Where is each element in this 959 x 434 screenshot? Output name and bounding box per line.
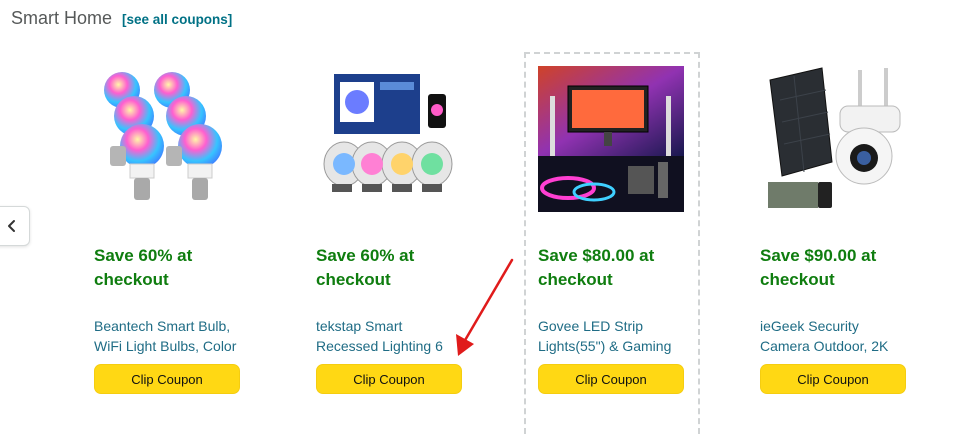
clip-coupon-button[interactable]: Clip Coupon <box>94 364 240 394</box>
deal-text: Save 60% at checkout <box>94 246 193 289</box>
product-title-link[interactable]: Govee LED Strip Lights(55") & Gaming <box>538 316 688 356</box>
coupon-card-highlighted: Save $80.00 at checkout Govee LED Strip … <box>524 52 700 434</box>
see-all-coupons-link[interactable]: [see all coupons] <box>122 12 232 27</box>
clip-coupon-button[interactable]: Clip Coupon <box>316 364 462 394</box>
coupon-card: Save $90.00 at checkout ieGeek Security … <box>748 54 906 434</box>
security-camera-image[interactable] <box>760 66 906 212</box>
section-title: Smart Home <box>11 8 113 28</box>
clip-coupon-button[interactable]: Clip Coupon <box>538 364 684 394</box>
deal-text: Save $80.00 at checkout <box>538 246 655 289</box>
product-title-link[interactable]: ieGeek Security Camera Outdoor, 2K <box>760 316 910 356</box>
product-title-link[interactable]: Beantech Smart Bulb, WiFi Light Bulbs, C… <box>94 316 244 356</box>
product-title-link[interactable]: tekstap Smart Recessed Lighting 6 <box>316 316 466 356</box>
deal-text: Save $90.00 at checkout <box>760 246 877 289</box>
section-header: Smart Home [see all coupons] <box>11 8 232 29</box>
coupon-card: Save 60% at checkout Beantech Smart Bulb… <box>82 54 240 434</box>
smart-bulbs-image[interactable] <box>94 66 240 212</box>
recessed-lights-image[interactable] <box>316 66 462 212</box>
led-strip-monitor-image[interactable] <box>538 66 684 212</box>
clip-coupon-button[interactable]: Clip Coupon <box>760 364 906 394</box>
chevron-left-icon <box>8 220 15 232</box>
carousel-prev-button[interactable] <box>0 206 30 246</box>
deal-text: Save 60% at checkout <box>316 246 415 289</box>
coupon-card: Save 60% at checkout tekstap Smart Reces… <box>304 54 462 434</box>
